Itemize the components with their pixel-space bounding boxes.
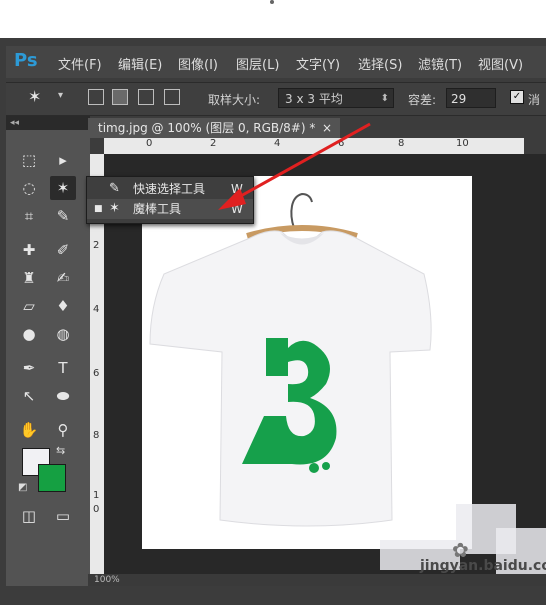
quick-select-icon: ✎ [109,181,120,196]
marquee-tool-icon[interactable]: ⬚ [16,148,42,172]
arrow-shaft [229,122,371,204]
sample-size-select[interactable]: 3 x 3 平均 ⬍ [278,88,394,108]
sponge-tool-icon[interactable]: ◍ [50,322,76,346]
swap-colors-icon[interactable]: ⇆ [56,444,65,457]
ruler-tick: 2 [93,240,100,251]
history-brush-icon[interactable]: ✍ [50,266,76,290]
paint-bucket-icon[interactable]: ♦ [50,294,76,318]
tolerance-value: 29 [451,92,467,106]
path-select-icon[interactable]: ↖ [16,384,42,408]
subtract-selection-icon[interactable] [138,89,154,105]
brush-tool-icon[interactable]: ✐ [50,238,76,262]
app-logo: Ps [14,50,38,71]
arrow-head [218,188,246,210]
annotation-arrow [218,122,371,210]
healing-brush-icon[interactable]: ✚ [16,238,42,262]
menu-edit[interactable]: 编辑(E) [118,54,162,73]
menu-type[interactable]: 文字(Y) [296,54,340,73]
page-dot [270,0,274,4]
bottom-edge [0,586,546,605]
tshirt-image [149,192,432,527]
flyout-label: 快速选择工具 [133,182,206,196]
menu-image[interactable]: 图像(I) [178,54,218,73]
ruler-tick: 10 [456,138,469,149]
menu-view[interactable]: 视图(V) [478,54,523,73]
eyedropper-tool-icon[interactable]: ✎ [50,204,76,228]
hand-tool-icon[interactable]: ✋ [16,418,42,442]
ruler-tick: 8 [398,138,405,149]
watermark-text: jingyan.baidu.com [420,558,546,574]
updown-arrow-icon: ⬍ [380,93,389,104]
antialias-label: 消 [528,93,541,107]
sample-size-label: 取样大小: [208,93,261,107]
menu-file[interactable]: 文件(F) [58,54,102,73]
ruler-tick: 0 [93,504,100,515]
background-color-swatch[interactable] [38,464,66,492]
intersect-selection-icon[interactable] [164,89,180,105]
ruler-tick: 4 [93,304,100,315]
menu-select[interactable]: 选择(S) [358,54,402,73]
tolerance-input[interactable]: 29 [446,88,496,108]
flyout-label: 魔棒工具 [133,202,182,216]
menubar: Ps 文件(F) 编辑(E) 图像(I) 图层(L) 文字(Y) 选择(S) 滤… [6,46,546,78]
pen-tool-icon[interactable]: ✒ [16,356,42,380]
magic-wand-preset-icon[interactable]: ✶ [28,87,41,106]
tolerance-label: 容差: [408,93,437,107]
chevron-down-icon[interactable]: ▾ [58,90,63,101]
top-margin [0,0,546,38]
status-bar: 100% [88,574,546,586]
zoom-tool-icon[interactable]: ⚲ [50,418,76,442]
ruler-tick: 1 [93,490,100,501]
blur-tool-icon[interactable]: ● [16,322,42,346]
ellipse-tool-icon[interactable]: ⬬ [50,384,76,408]
default-colors-icon[interactable]: ◩ [18,482,27,493]
ruler-tick: 0 [146,138,153,149]
logo-drip [309,463,319,473]
menu-filter[interactable]: 滤镜(T) [418,54,462,73]
quick-mask-icon[interactable]: ◫ [16,504,42,528]
menu-layer[interactable]: 图层(L) [236,54,279,73]
ruler-tick: 8 [93,430,100,441]
sample-size-value: 3 x 3 平均 [285,92,343,106]
move-tool-icon[interactable]: ▸ [50,148,76,172]
clone-stamp-icon[interactable]: ♜ [16,266,42,290]
antialias-checkbox[interactable]: ✓ [510,90,524,104]
magic-wand-icon: ✶ [109,201,120,216]
selected-bullet-icon: ■ [94,204,103,214]
document-canvas[interactable] [142,176,472,549]
type-tool-icon[interactable]: T [50,356,76,380]
magic-wand-tool-icon[interactable]: ✶ [50,176,76,200]
add-selection-icon[interactable] [112,89,128,105]
logo-drip [322,462,330,470]
ruler-tick: 6 [93,368,100,379]
lasso-tool-icon[interactable]: ◌ [16,176,42,200]
zoom-level: 100% [94,575,120,585]
tshirt-body [149,230,432,527]
new-selection-icon[interactable] [88,89,104,105]
screen-mode-icon[interactable]: ▭ [50,504,76,528]
options-bar: ✶ ▾ 取样大小: 3 x 3 平均 ⬍ 容差: 29 ✓ 消 [6,82,546,116]
crop-tool-icon[interactable]: ⌗ [16,204,42,228]
tools-panel-header[interactable]: ◂◂ [6,116,90,130]
eraser-tool-icon[interactable]: ▱ [16,294,42,318]
